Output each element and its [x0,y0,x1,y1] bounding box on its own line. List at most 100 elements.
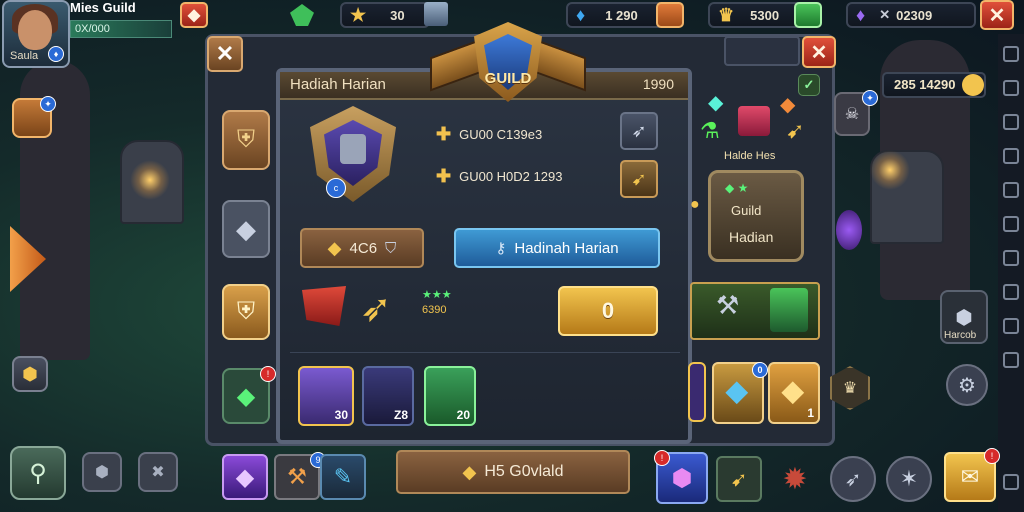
star-icon: ★ [350,4,367,25]
bottom-star[interactable]: ✶ [886,456,932,502]
gold-cube-icon: ◆ [462,461,477,482]
bottom-guild-button[interactable]: ◆ H5 G0vlald [396,450,630,494]
right-panel-tab [724,36,800,66]
item-slot-gold-gem[interactable]: ◆ 1 [768,362,820,424]
bottom-button-label: H5 G0vlald [484,463,564,480]
skull-icon[interactable]: ☠ ✦ [834,90,878,136]
orange-gem-icon: ◆ [780,94,796,116]
gold-cube-icon: ◆ [327,237,342,258]
scroll-icon[interactable]: ✦ [12,96,56,138]
gold-counter-value: 285 14290 [894,77,956,92]
badge-subtitle: Hadian [729,229,774,245]
item-slot-book[interactable]: 20 [424,366,476,426]
lantern-glow [130,160,170,200]
shield-icon: ⛉ [385,239,397,257]
green-potion-icon: ⚗ [700,118,720,143]
tab-guild-shield[interactable]: ⛨ [222,110,270,170]
bookmark-icon[interactable] [1003,352,1019,368]
bottom-horn[interactable]: ➹ [716,456,762,502]
item-slot-drill[interactable]: Z8 [362,366,414,426]
player-level-bar: 0X/000 [70,20,172,38]
bottom-drill[interactable]: ⚒ 9 [274,452,326,500]
settings-gear-icon[interactable]: ⚙ [946,364,988,406]
right-toolbar [998,34,1024,512]
document-icon[interactable] [1003,250,1019,266]
item-slot-blue-gem[interactable]: ◆ 0 [712,362,768,424]
list-icon[interactable] [1003,148,1019,164]
plus-icon: ✚ [436,166,452,186]
bottom-purple-crystal[interactable]: ◆ [222,454,268,500]
hexagon-gold-icon[interactable]: ⬢ [12,356,48,392]
item-count: 30 [334,408,348,422]
item-count: 20 [456,408,470,422]
close-icon[interactable]: ✕ [980,0,1014,30]
daily-label: Halde Hes [724,150,776,162]
claim-daily-button[interactable]: ⚷ Hadinah Harian [454,228,660,268]
stone-block-label: Harcob [944,330,977,341]
window-icon[interactable] [1003,80,1019,96]
search-icon[interactable]: ⚲ [10,446,66,500]
guild-crest: GUILD [430,22,586,106]
avatar-label: Saula [10,50,39,62]
fullscreen-icon[interactable] [1003,474,1019,490]
player-name: Mies Guild [70,0,136,15]
badge-title: Guild [731,203,762,218]
green-shield-icon[interactable] [794,2,822,28]
crown-hex-icon[interactable]: ♛ [830,366,870,410]
stone-block-button[interactable]: ⬢ Harcob [940,290,988,344]
panel-number: 1990 [642,76,674,92]
gold-crown-icon: ♛ [718,4,735,25]
tab-emblem[interactable]: ⛨ [222,284,270,340]
horn-tool-button[interactable]: ➹ [620,160,658,198]
layers-icon[interactable] [1003,284,1019,300]
item-slot-axe[interactable]: 30 [298,366,354,426]
check-icon[interactable]: ✓ [798,74,820,96]
gold-button-label: 0 [601,298,615,323]
sword-tool-button[interactable]: ➶ [620,112,658,150]
plus-icon: ✚ [436,124,452,144]
tab-crystal[interactable]: ◆ [222,200,270,258]
brush-icon[interactable] [1003,114,1019,130]
player-avatar[interactable]: Saula ♦ [2,0,70,68]
chest-icon[interactable] [656,2,684,28]
drill-item-icon[interactable] [770,288,808,332]
item-slot-partial[interactable] [688,362,706,422]
gold-collect-button[interactable]: 0 [558,286,658,336]
bottom-gear-star[interactable]: ✹ [772,456,818,502]
bottom-sword[interactable]: ➶ [830,456,876,502]
page-icon[interactable] [1003,318,1019,334]
frame-icon[interactable] [1003,216,1019,232]
resource-gems: ♦ ✕ 02309 [846,2,976,28]
teal-gem-icon: ◆ [708,92,724,114]
currency-value: 4C6 [349,239,378,257]
helmet-icon [340,134,366,164]
menu-icon[interactable] [1003,46,1019,62]
reward-count: 6390 [422,304,447,316]
bottom-blue-pen[interactable]: ✎ [320,454,366,500]
avatar-badge-icon: ♦ [48,46,64,62]
resource-value: 02309 [896,7,933,23]
purple-gem-icon: ♦ [856,4,866,25]
crossed-tools-icon[interactable]: ✖ [138,452,178,492]
alert-icon[interactable]: ◆ [180,2,208,28]
key-icon: ⚷ [495,240,507,257]
hexagon-icon[interactable]: ⬢ [82,452,122,492]
golden-sword-icon: ➶ [360,288,392,330]
guild-badge-card[interactable]: ◆ ★ Guild Hadian [708,170,804,262]
bottom-magic-cube[interactable]: ⬢ ! [654,450,708,504]
close-panel-button[interactable]: ✕ [207,36,243,72]
resource-gold: ♛ 5300 [708,2,804,28]
close-right-panel-button[interactable]: ✕ [802,36,836,68]
red-book-icon [738,106,770,136]
expand-icon[interactable] [1003,182,1019,198]
divider [290,352,680,353]
resource-value: 30 [390,7,405,23]
magic-portal [836,210,862,250]
resource-value: 5300 [750,7,780,23]
panel-title: Hadiah Harian [290,76,386,93]
tab-green-crystal[interactable]: ◆ ! [222,366,276,424]
item-count: 1 [807,406,814,420]
gold-coin-icon [962,74,984,96]
bottom-mail[interactable]: ✉ ! [944,448,1000,502]
stars-rating: ★★★ [422,289,452,301]
